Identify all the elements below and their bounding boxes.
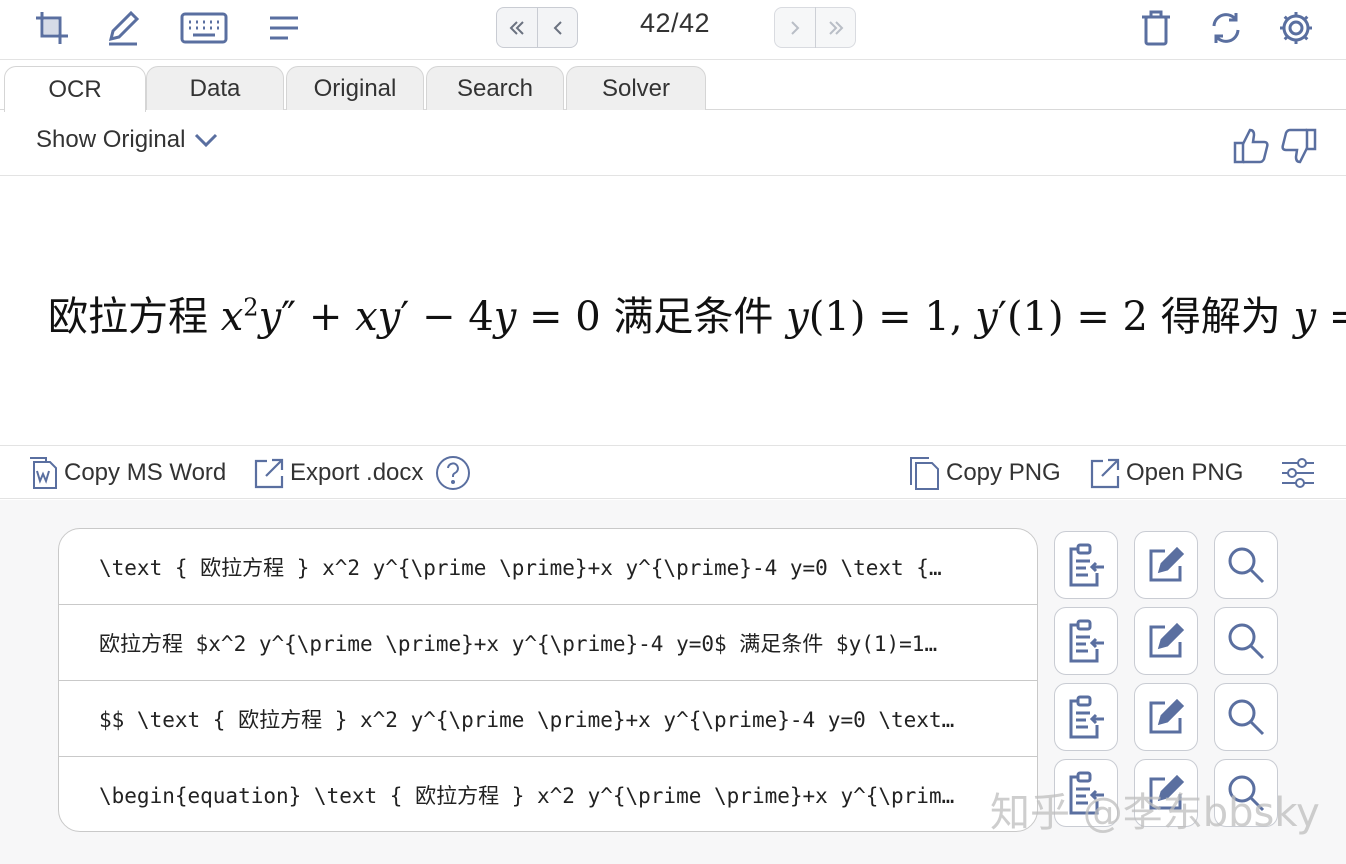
question-icon (436, 456, 470, 490)
search-button[interactable] (1214, 683, 1278, 751)
copy-clipboard-button[interactable] (1054, 531, 1118, 599)
clipboard-icon (1069, 771, 1104, 815)
tab-search[interactable]: Search (426, 66, 564, 110)
help-button[interactable] (434, 455, 476, 491)
sliders-icon (1282, 458, 1314, 488)
formats-list: \text { 欧拉方程 } x^2 y^{\prime \prime}+x y… (58, 528, 1038, 832)
eq-formula-3: y = (1293, 294, 1346, 340)
show-original-row: Show Original (0, 110, 1346, 176)
pen-icon[interactable] (101, 8, 145, 48)
eq-formula-1: x2y″ + xy′ − 4y = 0 (220, 293, 601, 340)
edit-button[interactable] (1134, 683, 1198, 751)
show-original-toggle[interactable]: Show Original (36, 126, 219, 154)
copy-clipboard-button[interactable] (1054, 607, 1118, 675)
edit-icon (1149, 774, 1185, 810)
thumbs-down-icon[interactable] (1278, 126, 1318, 166)
format-text: $$ \text { 欧拉方程 } x^2 y^{\prime \prime}+… (99, 707, 955, 732)
tab-data[interactable]: Data (146, 66, 284, 110)
tab-original[interactable]: Original (286, 66, 424, 110)
export-docx-label: Export .docx (290, 459, 424, 486)
menu-icon[interactable] (262, 8, 306, 48)
external-link-icon (1090, 458, 1120, 489)
word-doc-icon (30, 457, 57, 489)
search-button[interactable] (1214, 531, 1278, 599)
formats-panel: \text { 欧拉方程 } x^2 y^{\prime \prime}+x y… (0, 500, 1346, 864)
settings-sliders-button[interactable] (1280, 455, 1320, 491)
format-text: \text { 欧拉方程 } x^2 y^{\prime \prime}+x y… (99, 555, 942, 580)
trash-icon[interactable] (1134, 8, 1178, 48)
last-page-button[interactable] (815, 7, 856, 48)
export-docx-button[interactable]: Export .docx (252, 455, 423, 491)
rendered-equation: 欧拉方程 x2y″ + xy′ − 4y = 0 满足条件 y(1) = 1, … (48, 284, 1346, 342)
search-icon (1228, 547, 1265, 584)
edit-button[interactable] (1134, 607, 1198, 675)
eq-formula-2: y(1) = 1, y′(1) = 2 (786, 294, 1148, 340)
copy-png-label: Copy PNG (946, 459, 1061, 486)
copy-ms-word-button[interactable]: Copy MS Word (28, 455, 226, 491)
copy-icon (910, 457, 939, 490)
refresh-icon[interactable] (1204, 8, 1248, 48)
search-button[interactable] (1214, 759, 1278, 827)
eq-suffix-text: 得解为 (1160, 294, 1281, 340)
chevron-down-icon (195, 133, 218, 148)
format-row-equation-env[interactable]: \begin{equation} \text { 欧拉方程 } x^2 y^{\… (59, 757, 1037, 831)
snip-icon[interactable] (30, 8, 74, 48)
format-text: 欧拉方程 $x^2 y^{\prime \prime}+x y^{\prime}… (99, 631, 938, 656)
eq-mid-text: 满足条件 (613, 294, 774, 340)
copy-ms-word-label: Copy MS Word (64, 459, 227, 486)
edit-icon (1149, 622, 1185, 658)
copy-clipboard-button[interactable] (1054, 759, 1118, 827)
copy-clipboard-button[interactable] (1054, 683, 1118, 751)
gear-icon[interactable] (1274, 8, 1318, 48)
rendered-result: 欧拉方程 x2y″ + xy′ − 4y = 0 满足条件 y(1) = 1, … (0, 176, 1346, 446)
top-toolbar: 42/42 (0, 0, 1346, 60)
clipboard-icon (1069, 619, 1104, 663)
keyboard-icon[interactable] (176, 8, 232, 48)
edit-button[interactable] (1134, 531, 1198, 599)
edit-button[interactable] (1134, 759, 1198, 827)
search-button[interactable] (1214, 607, 1278, 675)
clipboard-icon (1069, 543, 1104, 587)
first-page-button[interactable] (496, 7, 538, 48)
tab-bar: OCR Data Original Search Solver (0, 62, 1346, 112)
tab-ocr[interactable]: OCR (4, 66, 146, 112)
format-text: \begin{equation} \text { 欧拉方程 } x^2 y^{\… (99, 784, 955, 808)
clipboard-icon (1069, 695, 1104, 739)
search-icon (1228, 699, 1265, 736)
format-row-inline-math[interactable]: 欧拉方程 $x^2 y^{\prime \prime}+x y^{\prime}… (59, 605, 1037, 681)
thumbs-up-icon[interactable] (1232, 126, 1272, 166)
edit-icon (1149, 546, 1185, 582)
eq-prefix-text: 欧拉方程 (48, 294, 208, 340)
show-original-label: Show Original (36, 126, 186, 153)
page-counter: 42/42 (639, 8, 711, 38)
copy-png-button[interactable]: Copy PNG (908, 455, 1061, 491)
next-page-button[interactable] (774, 7, 816, 48)
search-icon (1228, 623, 1265, 660)
search-icon (1228, 775, 1265, 812)
edit-icon (1149, 698, 1185, 734)
export-action-bar: Copy MS Word Export .docx Copy PNG Open … (0, 447, 1346, 499)
tab-solver[interactable]: Solver (566, 66, 706, 110)
format-row-latex-text[interactable]: \text { 欧拉方程 } x^2 y^{\prime \prime}+x y… (59, 529, 1037, 605)
open-png-button[interactable]: Open PNG (1088, 455, 1243, 491)
format-row-display-math[interactable]: $$ \text { 欧拉方程 } x^2 y^{\prime \prime}+… (59, 681, 1037, 757)
prev-page-button[interactable] (537, 7, 578, 48)
open-png-label: Open PNG (1126, 459, 1244, 486)
external-link-icon (254, 458, 284, 489)
